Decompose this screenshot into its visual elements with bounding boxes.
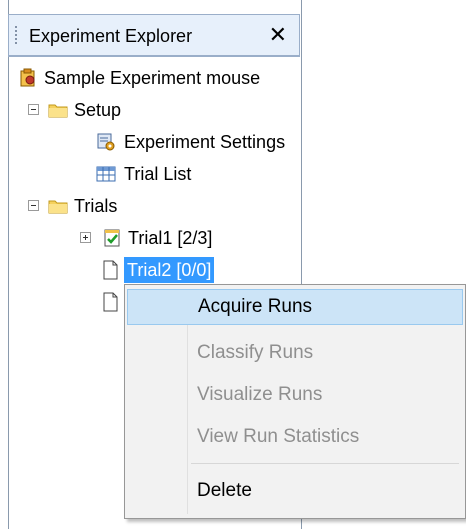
panel-titlebar[interactable]: Experiment Explorer ✕ [8, 14, 300, 56]
table-icon [96, 166, 116, 182]
collapse-icon[interactable] [28, 104, 39, 115]
menu-item-classify-runs[interactable]: Classify Runs [127, 335, 463, 371]
drag-grip-icon[interactable] [15, 25, 17, 45]
close-icon[interactable]: ✕ [269, 22, 287, 48]
checked-doc-icon [104, 229, 120, 247]
folder-icon [48, 104, 68, 118]
folder-icon [48, 200, 68, 214]
menu-item-view-run-statistics[interactable]: View Run Statistics [127, 419, 463, 455]
menu-item-visualize-runs[interactable]: Visualize Runs [127, 377, 463, 413]
collapse-icon[interactable] [28, 200, 39, 211]
menu-separator [191, 463, 459, 464]
tree-node-label: Trial1 [2/3] [128, 228, 213, 248]
menu-item-acquire-runs[interactable]: Acquire Runs [127, 289, 463, 325]
tree-node-label: Trial List [124, 164, 192, 184]
tree-node-label: Trials [74, 196, 118, 216]
menu-item-delete[interactable]: Delete [127, 473, 463, 509]
settings-icon [97, 133, 115, 151]
expand-icon[interactable] [80, 232, 91, 243]
document-icon [103, 260, 118, 280]
tree-node-label-selected: Trial2 [0/0] [122, 256, 216, 284]
tree-node-label: Experiment Settings [124, 132, 286, 152]
document-icon [103, 292, 118, 312]
experiment-icon [20, 68, 35, 87]
context-menu: Acquire Runs Classify Runs Visualize Run… [124, 284, 466, 519]
tree-node-label: Setup [74, 100, 122, 120]
tree-node-label: Sample Experiment mouse [44, 68, 261, 88]
panel-title: Experiment Explorer [29, 26, 193, 46]
